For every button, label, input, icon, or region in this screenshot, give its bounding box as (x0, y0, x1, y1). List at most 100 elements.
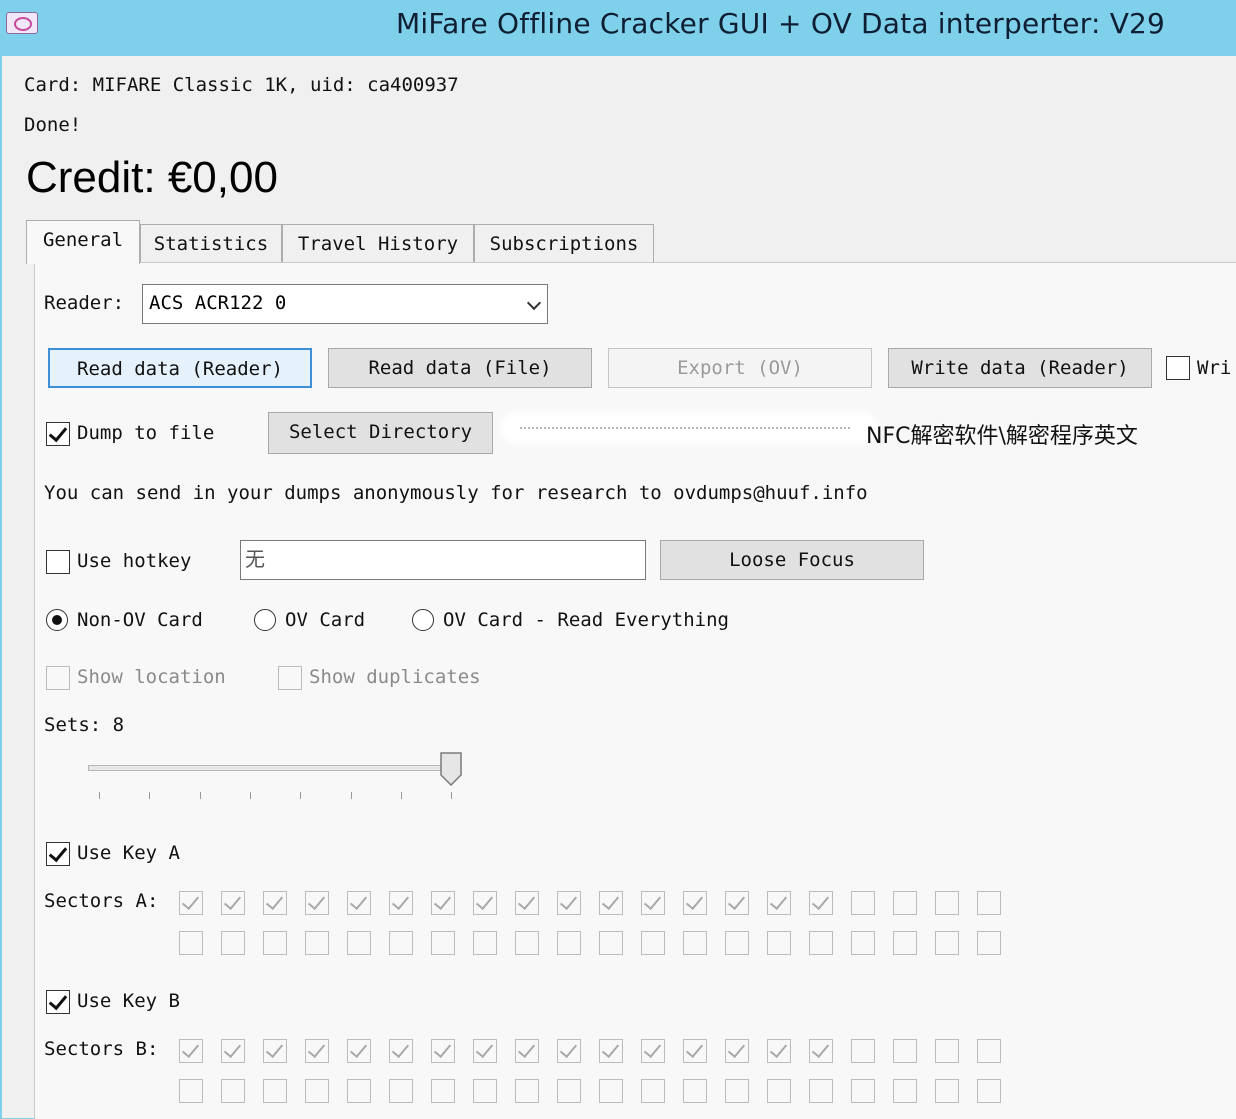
read-data-file-button[interactable]: Read data (File) (328, 348, 592, 388)
key-b-sector-checkbox-9[interactable] (557, 1039, 581, 1063)
app-icon[interactable] (6, 12, 38, 34)
use-hotkey-checkbox[interactable] (46, 550, 70, 574)
tab-general[interactable]: General (26, 220, 140, 264)
show-duplicates-checkbox[interactable] (278, 666, 302, 690)
key-b-sector-checkbox-3[interactable] (305, 1039, 329, 1063)
key-a-sector-checkbox-18[interactable] (935, 891, 959, 915)
key-b-sector-checkbox-21[interactable] (221, 1079, 245, 1103)
key-b-sector-checkbox-2[interactable] (263, 1039, 287, 1063)
key-b-sector-checkbox-26[interactable] (431, 1079, 455, 1103)
key-b-sector-checkbox-18[interactable] (935, 1039, 959, 1063)
select-directory-button[interactable]: Select Directory (268, 412, 493, 454)
key-b-sector-checkbox-34[interactable] (767, 1079, 791, 1103)
key-a-sector-checkbox-11[interactable] (641, 891, 665, 915)
key-b-sector-checkbox-14[interactable] (767, 1039, 791, 1063)
key-a-sector-checkbox-22[interactable] (263, 931, 287, 955)
sets-slider-track[interactable] (88, 765, 452, 771)
key-a-sector-checkbox-31[interactable] (641, 931, 665, 955)
key-b-sector-checkbox-28[interactable] (515, 1079, 539, 1103)
key-b-sector-checkbox-38[interactable] (935, 1079, 959, 1103)
key-a-sector-checkbox-16[interactable] (851, 891, 875, 915)
key-a-sector-checkbox-37[interactable] (893, 931, 917, 955)
key-b-sector-checkbox-5[interactable] (389, 1039, 413, 1063)
key-b-sector-checkbox-39[interactable] (977, 1079, 1001, 1103)
key-b-sector-checkbox-1[interactable] (221, 1039, 245, 1063)
tab-travel-history[interactable]: Travel History (282, 224, 474, 262)
use-key-a-checkbox[interactable] (46, 842, 70, 866)
key-a-sector-checkbox-17[interactable] (893, 891, 917, 915)
hotkey-input[interactable]: 无 (240, 540, 646, 580)
key-b-sector-checkbox-27[interactable] (473, 1079, 497, 1103)
key-a-sector-checkbox-20[interactable] (179, 931, 203, 955)
key-a-sector-checkbox-36[interactable] (851, 931, 875, 955)
key-b-sector-checkbox-30[interactable] (599, 1079, 623, 1103)
key-a-sector-checkbox-10[interactable] (599, 891, 623, 915)
tab-statistics[interactable]: Statistics (140, 224, 282, 262)
loose-focus-button[interactable]: Loose Focus (660, 540, 924, 580)
read-data-reader-button[interactable]: Read data (Reader) (48, 348, 312, 388)
key-a-sector-checkbox-39[interactable] (977, 931, 1001, 955)
key-a-sector-checkbox-35[interactable] (809, 931, 833, 955)
key-a-sector-checkbox-27[interactable] (473, 931, 497, 955)
key-a-sector-checkbox-13[interactable] (725, 891, 749, 915)
key-a-sector-checkbox-33[interactable] (725, 931, 749, 955)
tab-subscriptions[interactable]: Subscriptions (474, 224, 654, 262)
show-location-checkbox[interactable] (46, 666, 70, 690)
key-b-sector-checkbox-17[interactable] (893, 1039, 917, 1063)
key-a-sector-checkbox-3[interactable] (305, 891, 329, 915)
key-a-sector-checkbox-0[interactable] (179, 891, 203, 915)
key-a-sector-checkbox-38[interactable] (935, 931, 959, 955)
key-b-sector-checkbox-25[interactable] (389, 1079, 413, 1103)
write-data-reader-button[interactable]: Write data (Reader) (888, 348, 1152, 388)
key-a-sector-checkbox-12[interactable] (683, 891, 707, 915)
key-b-sector-checkbox-16[interactable] (851, 1039, 875, 1063)
key-a-sector-checkbox-34[interactable] (767, 931, 791, 955)
key-a-sector-checkbox-32[interactable] (683, 931, 707, 955)
key-b-sector-checkbox-8[interactable] (515, 1039, 539, 1063)
key-a-sector-checkbox-23[interactable] (305, 931, 329, 955)
key-a-sector-checkbox-9[interactable] (557, 891, 581, 915)
ov-card-radio[interactable] (254, 609, 276, 631)
key-b-sector-checkbox-36[interactable] (851, 1079, 875, 1103)
key-b-sector-checkbox-24[interactable] (347, 1079, 371, 1103)
key-a-sector-checkbox-24[interactable] (347, 931, 371, 955)
key-b-sector-checkbox-15[interactable] (809, 1039, 833, 1063)
key-b-sector-checkbox-7[interactable] (473, 1039, 497, 1063)
key-a-sector-checkbox-8[interactable] (515, 891, 539, 915)
key-b-sector-checkbox-32[interactable] (683, 1079, 707, 1103)
key-b-sector-checkbox-31[interactable] (641, 1079, 665, 1103)
use-key-b-checkbox[interactable] (46, 990, 70, 1014)
write-option-checkbox[interactable] (1166, 356, 1190, 380)
key-a-sector-checkbox-29[interactable] (557, 931, 581, 955)
key-a-sector-checkbox-30[interactable] (599, 931, 623, 955)
key-b-sector-checkbox-35[interactable] (809, 1079, 833, 1103)
key-a-sector-checkbox-25[interactable] (389, 931, 413, 955)
key-b-sector-checkbox-33[interactable] (725, 1079, 749, 1103)
key-b-sector-checkbox-4[interactable] (347, 1039, 371, 1063)
key-b-sector-checkbox-6[interactable] (431, 1039, 455, 1063)
key-a-sector-checkbox-15[interactable] (809, 891, 833, 915)
key-a-sector-checkbox-19[interactable] (977, 891, 1001, 915)
key-a-sector-checkbox-14[interactable] (767, 891, 791, 915)
sets-slider-thumb[interactable] (440, 752, 462, 786)
key-b-sector-checkbox-12[interactable] (683, 1039, 707, 1063)
key-b-sector-checkbox-29[interactable] (557, 1079, 581, 1103)
key-b-sector-checkbox-0[interactable] (179, 1039, 203, 1063)
key-b-sector-checkbox-23[interactable] (305, 1079, 329, 1103)
key-a-sector-checkbox-7[interactable] (473, 891, 497, 915)
ov-card-read-everything-radio[interactable] (412, 609, 434, 631)
key-b-sector-checkbox-22[interactable] (263, 1079, 287, 1103)
key-a-sector-checkbox-26[interactable] (431, 931, 455, 955)
key-a-sector-checkbox-28[interactable] (515, 931, 539, 955)
key-b-sector-checkbox-11[interactable] (641, 1039, 665, 1063)
key-b-sector-checkbox-19[interactable] (977, 1039, 1001, 1063)
key-a-sector-checkbox-21[interactable] (221, 931, 245, 955)
key-a-sector-checkbox-4[interactable] (347, 891, 371, 915)
dump-to-file-checkbox[interactable] (46, 422, 70, 446)
key-a-sector-checkbox-5[interactable] (389, 891, 413, 915)
non-ov-card-radio[interactable] (46, 609, 68, 631)
key-a-sector-checkbox-6[interactable] (431, 891, 455, 915)
key-b-sector-checkbox-13[interactable] (725, 1039, 749, 1063)
reader-select[interactable]: ACS ACR122 0 (142, 284, 548, 324)
key-b-sector-checkbox-10[interactable] (599, 1039, 623, 1063)
